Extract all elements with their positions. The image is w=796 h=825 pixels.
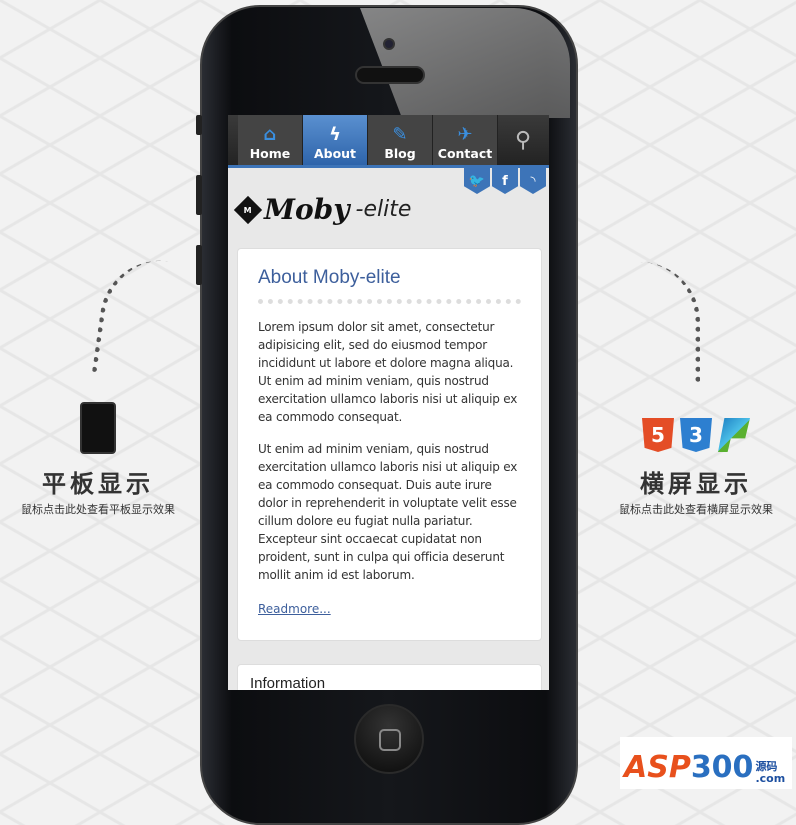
jquery-mobile-icon: [718, 418, 750, 452]
phone-screen: ⌂ Home ϟ About ✎ Blog ✈ Contact ⚲ 🐦 f ◝ M Mo…: [228, 115, 549, 690]
article-title: About Moby-elite: [258, 267, 521, 304]
home-icon: ⌂: [263, 124, 277, 145]
watermark-domain: .com: [755, 772, 786, 785]
promo-title: 横屏显示: [640, 470, 752, 498]
nav-blog[interactable]: ✎ Blog: [368, 115, 433, 165]
mute-switch: [196, 115, 202, 135]
information-card: Information: [237, 664, 542, 690]
dotted-arrow-left: [92, 253, 188, 383]
article-paragraph: Ut enim ad minim veniam, quis nostrud ex…: [258, 442, 518, 582]
article-paragraph: Lorem ipsum dolor sit amet, consectetur …: [258, 320, 518, 424]
logo-mark: M: [233, 195, 263, 224]
home-button[interactable]: [354, 704, 424, 774]
about-card: About Moby-elite Lorem ipsum dolor sit a…: [237, 248, 542, 641]
square-icon: [379, 729, 401, 751]
logo-mark-letter: M: [244, 205, 252, 214]
nav-label: About: [313, 146, 357, 161]
landscape-view-link[interactable]: 5 3 横屏显示 鼠标点击此处查看横屏显示效果: [598, 418, 794, 517]
search-icon: ⚲: [514, 127, 532, 153]
tech-badges: 5 3: [598, 418, 794, 452]
nav-label: Blog: [384, 146, 416, 161]
information-title: Information: [250, 675, 326, 690]
logo-suffix: -elite: [355, 197, 412, 222]
nav-label: Home: [249, 146, 291, 161]
twitter-icon[interactable]: 🐦: [464, 168, 490, 194]
plane-icon: ✈: [457, 124, 473, 145]
watermark-suffix: 源码 .com: [755, 761, 785, 785]
html5-icon: 5: [642, 418, 674, 452]
nav-contact[interactable]: ✈ Contact: [433, 115, 498, 165]
promo-subtitle: 鼠标点击此处查看平板显示效果: [21, 503, 175, 516]
social-links: 🐦 f ◝: [464, 168, 546, 194]
search-button[interactable]: ⚲: [498, 115, 548, 165]
camera: [383, 38, 395, 50]
nav-label: Contact: [437, 146, 493, 161]
volume-down: [196, 245, 202, 285]
promo-title: 平板显示: [42, 470, 154, 498]
logo[interactable]: M Moby -elite: [233, 193, 412, 226]
speaker: [355, 66, 425, 84]
dotted-arrow-right: [600, 262, 700, 382]
watermark-brand: ASP: [624, 750, 691, 785]
nav-about[interactable]: ϟ About: [303, 115, 368, 165]
tablet-view-link[interactable]: 平板显示 鼠标点击此处查看平板显示效果: [0, 402, 196, 517]
nav-home[interactable]: ⌂ Home: [238, 115, 303, 165]
volume-up: [196, 175, 202, 215]
css3-icon: 3: [680, 418, 712, 452]
pen-icon: ✎: [392, 124, 408, 145]
rss-icon[interactable]: ◝: [520, 168, 546, 194]
promo-subtitle: 鼠标点击此处查看横屏显示效果: [619, 503, 773, 516]
logo-name: Moby: [264, 193, 350, 226]
lightning-icon: ϟ: [329, 124, 341, 145]
readmore-link[interactable]: Readmore...: [258, 602, 331, 616]
watermark-number: 300: [690, 750, 754, 785]
watermark-logo: ASP 300 源码 .com: [620, 737, 792, 789]
tablet-icon: [80, 402, 116, 454]
facebook-icon[interactable]: f: [492, 168, 518, 194]
nav-bar: ⌂ Home ϟ About ✎ Blog ✈ Contact ⚲: [228, 115, 549, 168]
